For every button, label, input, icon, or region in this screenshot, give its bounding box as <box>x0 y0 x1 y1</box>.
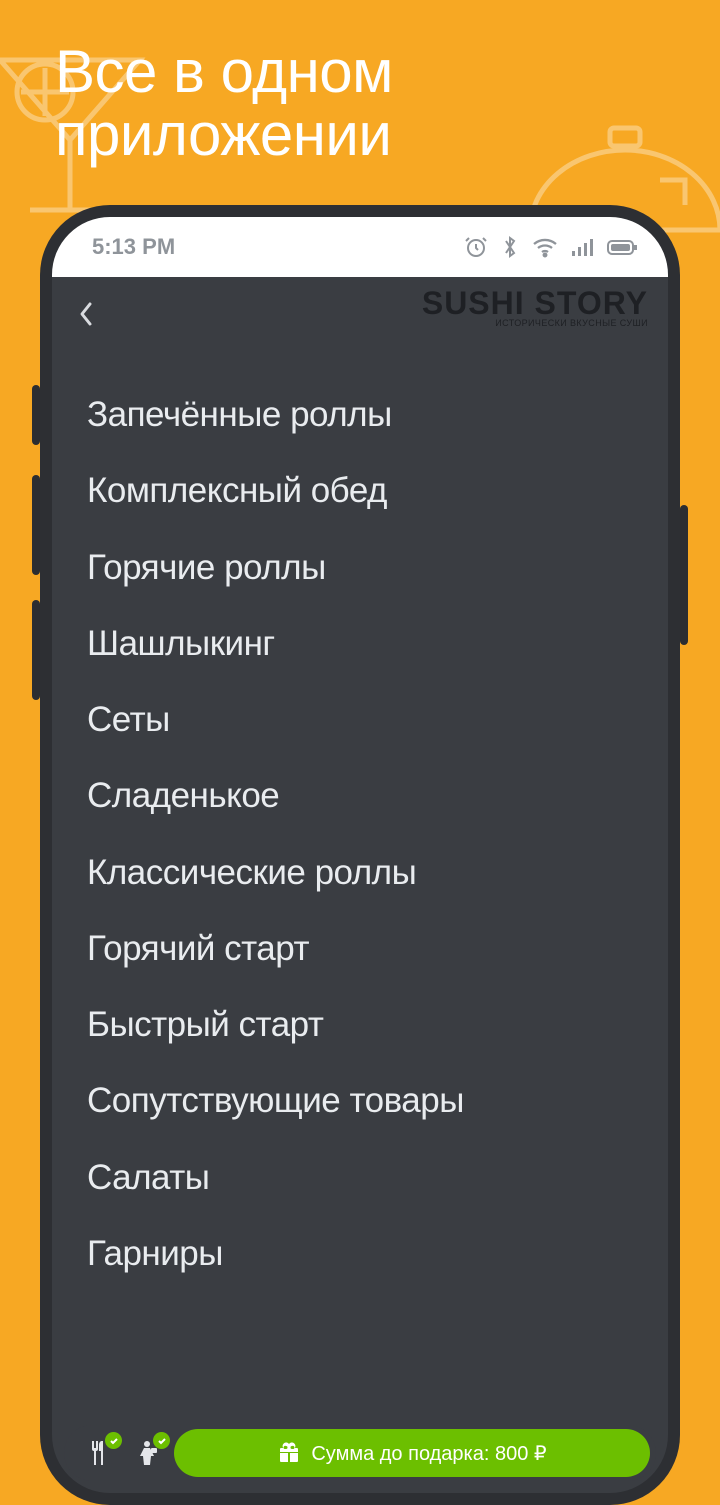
back-button[interactable] <box>72 295 100 340</box>
gift-progress-label: Сумма до подарка: 800 ₽ <box>311 1441 546 1466</box>
delivery-button[interactable] <box>126 1432 168 1474</box>
category-item[interactable]: Горячий старт <box>87 911 633 987</box>
category-item[interactable]: Салаты <box>87 1140 633 1216</box>
battery-icon <box>606 235 638 259</box>
alarm-icon <box>464 235 488 259</box>
category-item[interactable]: Горячие роллы <box>87 530 633 606</box>
app-header: SUSHI STORY ИСТОРИЧЕСКИ ВКУСНЫЕ СУШИ <box>52 277 668 357</box>
category-item[interactable]: Быстрый старт <box>87 987 633 1063</box>
phone-side-button <box>32 385 40 445</box>
chevron-left-icon <box>78 301 94 327</box>
check-badge-icon <box>153 1432 170 1449</box>
status-icons <box>464 235 638 259</box>
phone-side-button <box>680 505 688 645</box>
signal-icon <box>570 235 594 259</box>
category-item[interactable]: Шашлыкинг <box>87 606 633 682</box>
gift-progress-button[interactable]: Сумма до подарка: 800 ₽ <box>174 1429 650 1477</box>
brand-block: SUSHI STORY ИСТОРИЧЕСКИ ВКУСНЫЕ СУШИ <box>422 285 648 328</box>
phone-side-button <box>32 475 40 575</box>
category-item[interactable]: Комплексный обед <box>87 453 633 529</box>
bluetooth-icon <box>500 235 520 259</box>
status-time: 5:13 PM <box>92 234 175 260</box>
category-item[interactable]: Классические роллы <box>87 835 633 911</box>
phone-side-button <box>32 600 40 700</box>
status-bar: 5:13 PM <box>52 217 668 277</box>
promo-headline: Все в одном приложении <box>55 40 720 166</box>
bottom-bar: Сумма до подарка: 800 ₽ <box>64 1425 656 1481</box>
category-item[interactable]: Сладенькое <box>87 758 633 834</box>
phone-frame: 5:13 PM SUSHI STORY ИСТОРИЧЕСКИ ВКУСНЫЕ … <box>40 205 680 1505</box>
brand-name: SUSHI STORY <box>422 285 648 322</box>
check-badge-icon <box>105 1432 122 1449</box>
category-item[interactable]: Сопутствующие товары <box>87 1063 633 1139</box>
category-item[interactable]: Гарниры <box>87 1216 633 1292</box>
category-item[interactable]: Сеты <box>87 682 633 758</box>
category-item[interactable]: Запечённые роллы <box>87 377 633 453</box>
wifi-icon <box>532 235 558 259</box>
gift-icon <box>277 1441 301 1465</box>
category-list[interactable]: Запечённые роллы Комплексный обед Горячи… <box>52 357 668 1493</box>
cutlery-button[interactable] <box>78 1432 120 1474</box>
phone-screen: 5:13 PM SUSHI STORY ИСТОРИЧЕСКИ ВКУСНЫЕ … <box>52 217 668 1493</box>
